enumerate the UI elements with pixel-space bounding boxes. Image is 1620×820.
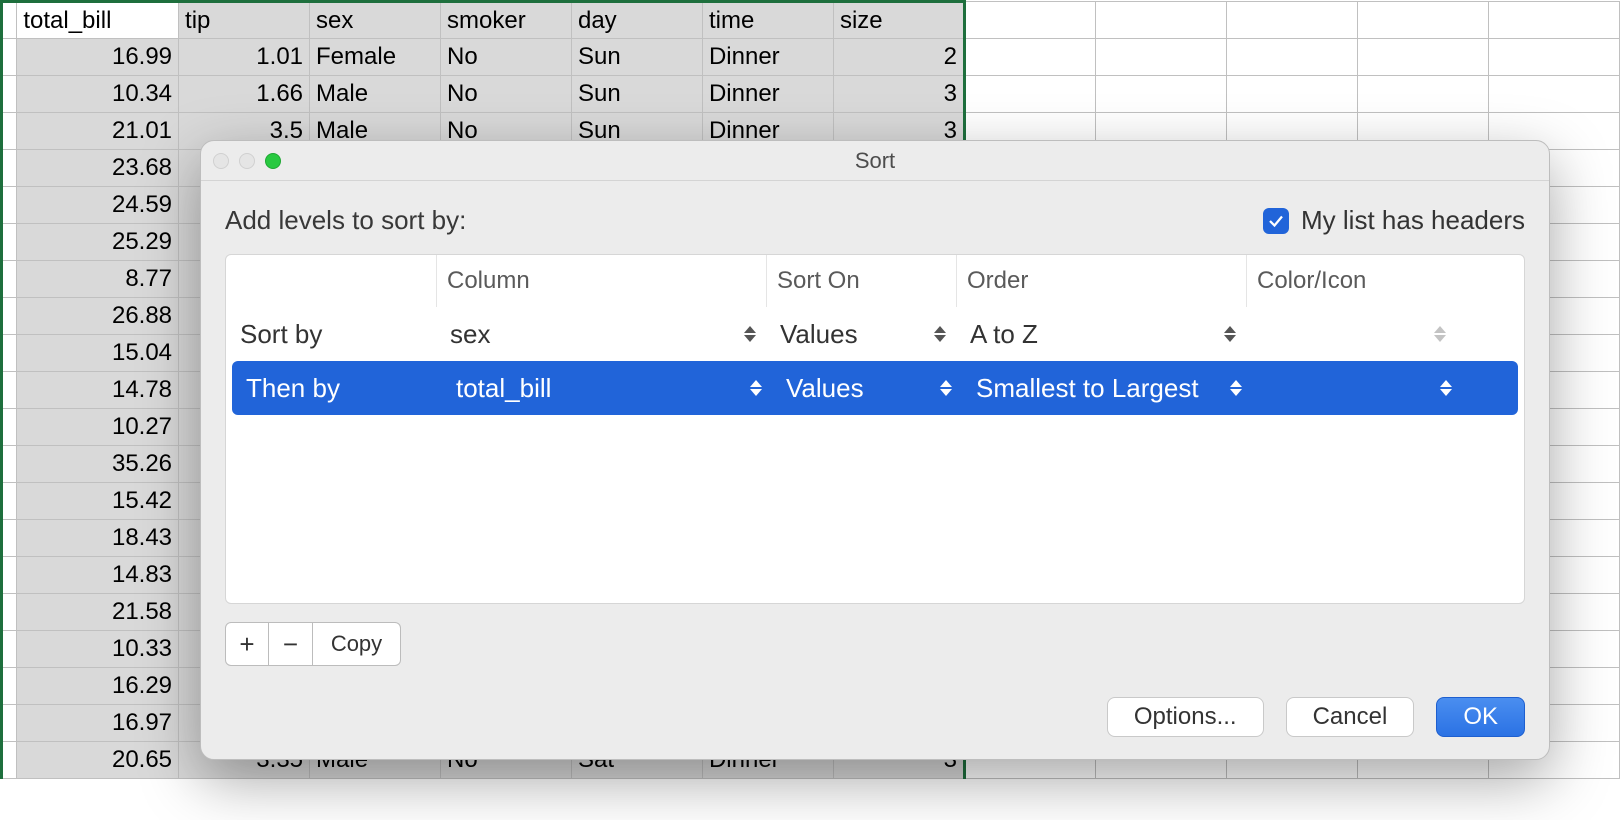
dialog-title: Sort — [855, 148, 895, 174]
color-select[interactable] — [1246, 307, 1456, 361]
column-select[interactable]: sex — [436, 307, 766, 361]
cell[interactable]: 35.26 — [17, 446, 179, 483]
cell[interactable]: 24.59 — [17, 187, 179, 224]
copy-level-button[interactable]: Copy — [313, 622, 401, 666]
sort-level-row[interactable]: Then bytotal_billValuesSmallest to Large… — [232, 361, 1518, 415]
cell[interactable]: 15.04 — [17, 335, 179, 372]
col-sorton: Sort On — [766, 255, 956, 307]
cell[interactable]: 10.27 — [17, 409, 179, 446]
cell[interactable]: 16.99 — [17, 39, 179, 76]
window-minimize-button[interactable] — [239, 153, 255, 169]
cell[interactable]: Dinner — [702, 39, 833, 76]
chevron-updown-icon — [1224, 323, 1238, 345]
options-button[interactable]: Options... — [1107, 697, 1264, 737]
order-select[interactable]: Smallest to Largest — [962, 361, 1252, 415]
cell[interactable]: 14.78 — [17, 372, 179, 409]
cell[interactable]: 8.77 — [17, 261, 179, 298]
cell[interactable]: No — [441, 76, 572, 113]
headers-checkbox-label: My list has headers — [1301, 205, 1525, 236]
cell[interactable]: 10.33 — [17, 631, 179, 668]
column-header[interactable]: day — [571, 2, 702, 39]
cancel-button[interactable]: Cancel — [1286, 697, 1415, 737]
cell[interactable]: 21.01 — [17, 113, 179, 150]
column-select[interactable]: total_bill — [442, 361, 772, 415]
col-level — [226, 255, 436, 307]
ok-button[interactable]: OK — [1436, 697, 1525, 737]
cell[interactable]: 10.34 — [17, 76, 179, 113]
dialog-prompt: Add levels to sort by: — [225, 205, 466, 236]
cell[interactable]: 25.29 — [17, 224, 179, 261]
cell[interactable]: 26.88 — [17, 298, 179, 335]
check-icon — [1263, 208, 1289, 234]
sort-dialog: Sort Add levels to sort by: My list has … — [200, 140, 1550, 760]
col-order: Order — [956, 255, 1246, 307]
cell[interactable]: 3 — [833, 76, 964, 113]
cell[interactable]: 16.29 — [17, 668, 179, 705]
cell[interactable]: Sun — [571, 39, 702, 76]
cell[interactable]: Dinner — [702, 76, 833, 113]
cell[interactable]: 14.83 — [17, 557, 179, 594]
order-select[interactable]: A to Z — [956, 307, 1246, 361]
cell[interactable]: 2 — [833, 39, 964, 76]
chevron-updown-icon — [750, 377, 764, 399]
column-header[interactable]: total_bill — [17, 2, 179, 39]
column-header[interactable]: sex — [310, 2, 441, 39]
cell[interactable]: 20.65 — [17, 742, 179, 779]
chevron-updown-icon — [1230, 377, 1244, 399]
sorton-select[interactable]: Values — [766, 307, 956, 361]
cell[interactable]: Male — [310, 76, 441, 113]
column-header[interactable]: smoker — [441, 2, 572, 39]
chevron-updown-icon — [744, 323, 758, 345]
chevron-updown-icon — [934, 323, 948, 345]
col-column: Column — [436, 255, 766, 307]
chevron-updown-icon — [940, 377, 954, 399]
window-zoom-button[interactable] — [265, 153, 281, 169]
cell[interactable]: 16.97 — [17, 705, 179, 742]
column-header[interactable]: tip — [179, 2, 310, 39]
level-label: Sort by — [226, 307, 436, 361]
cell[interactable]: 15.42 — [17, 483, 179, 520]
column-header[interactable]: size — [833, 2, 964, 39]
cell[interactable]: Sun — [571, 76, 702, 113]
headers-checkbox[interactable]: My list has headers — [1263, 205, 1525, 236]
cell[interactable]: 1.66 — [179, 76, 310, 113]
column-header[interactable]: time — [702, 2, 833, 39]
cell[interactable]: 23.68 — [17, 150, 179, 187]
sort-level-row[interactable]: Sort bysexValuesA to Z — [226, 307, 1524, 361]
chevron-updown-icon — [1440, 377, 1454, 399]
cell[interactable]: 18.43 — [17, 520, 179, 557]
window-close-button[interactable] — [213, 153, 229, 169]
sort-levels-header: Column Sort On Order Color/Icon — [226, 255, 1524, 307]
remove-level-button[interactable]: − — [269, 622, 313, 666]
cell[interactable]: 1.01 — [179, 39, 310, 76]
col-color: Color/Icon — [1246, 255, 1456, 307]
cell[interactable]: 21.58 — [17, 594, 179, 631]
cell[interactable]: No — [441, 39, 572, 76]
level-actions: + − Copy — [225, 622, 1525, 666]
add-level-button[interactable]: + — [225, 622, 269, 666]
level-label: Then by — [232, 361, 442, 415]
sort-levels-panel: Column Sort On Order Color/Icon Sort bys… — [225, 254, 1525, 604]
cell[interactable]: Female — [310, 39, 441, 76]
color-select[interactable] — [1252, 361, 1462, 415]
dialog-titlebar: Sort — [201, 141, 1549, 181]
chevron-updown-icon — [1434, 323, 1448, 345]
sorton-select[interactable]: Values — [772, 361, 962, 415]
